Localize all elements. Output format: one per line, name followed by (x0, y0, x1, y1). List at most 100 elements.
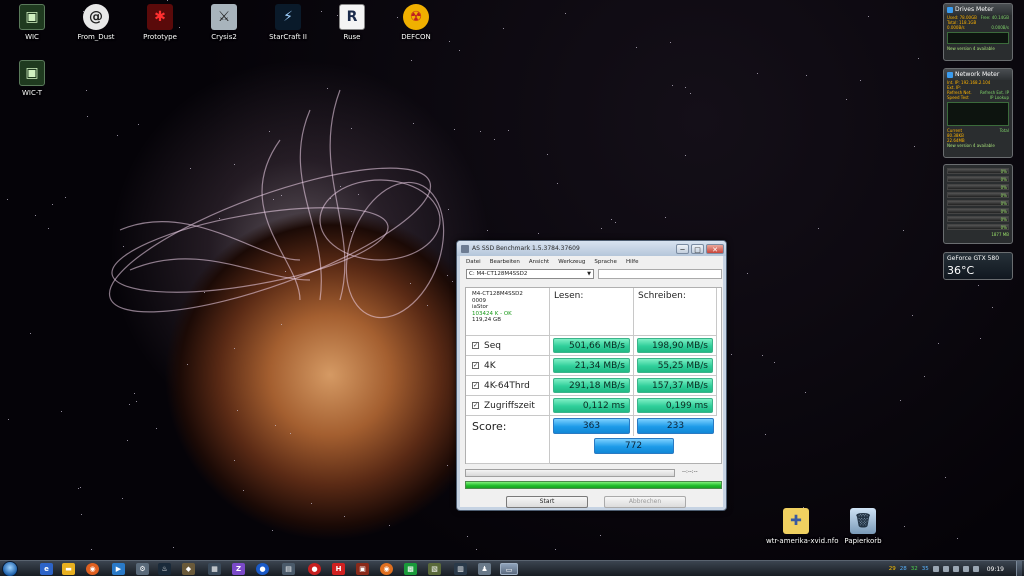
star-dot (327, 88, 328, 89)
show-desktop-button[interactable] (1016, 561, 1022, 576)
folder-file-icon: ✚ (783, 508, 809, 534)
abort-button[interactable]: Abbrechen (604, 496, 686, 508)
desktop-icon-recycle-bin[interactable]: 🗑 Papierkorb (833, 508, 893, 545)
star-dot (123, 246, 124, 247)
menu-datei[interactable]: Datei (466, 259, 481, 265)
drive-select-dropdown[interactable]: C: M4-CT128M4SSD2 ▼ (466, 269, 594, 279)
maximize-button[interactable]: □ (691, 243, 704, 254)
gadget-update-link[interactable]: New version 4 available (944, 46, 1012, 53)
app-icon[interactable]: ▦ (208, 563, 221, 575)
desktop-icon-wic-t[interactable]: ▣ WIC-T (2, 60, 62, 97)
star-dot (269, 131, 270, 132)
4k-64thrd-checkbox[interactable]: ✓ (472, 382, 479, 389)
cpu-core-bar: 0% (947, 184, 1009, 190)
as-ssd-taskbar-button[interactable]: ▭ (500, 563, 518, 575)
desktop-icon-crysis2[interactable]: ⚔ Crysis2 (194, 4, 254, 41)
desktop-icon-defcon[interactable]: ☢ DEFCON (386, 4, 446, 41)
4k-checkbox[interactable]: ✓ (472, 362, 479, 369)
star-dot (636, 47, 637, 48)
gadget-title-bar: Drives Meter (944, 4, 1012, 15)
app-icon[interactable]: ◉ (380, 563, 393, 575)
network-icon (947, 71, 953, 78)
star-dot (234, 348, 235, 349)
start-button[interactable] (2, 561, 18, 576)
desktop-icon-starcraft[interactable]: ⚡ StarCraft II (258, 4, 318, 41)
steam-icon[interactable]: ♨ (158, 563, 171, 575)
app-icon[interactable]: ▧ (428, 563, 441, 575)
menu-werkzeug[interactable]: Werkzeug (558, 259, 585, 265)
app-icon[interactable]: ▩ (404, 563, 417, 575)
test-row-4k[interactable]: ✓ 4K (466, 356, 550, 376)
close-button[interactable]: ✕ (706, 243, 724, 254)
tray-app-icon[interactable] (932, 566, 939, 572)
star-dot (156, 428, 157, 429)
star-dot (665, 217, 666, 218)
menu-ansicht[interactable]: Ansicht (529, 259, 549, 265)
window-title-bar[interactable]: AS SSD Benchmark 1.5.3784.37609 ─ □ ✕ (457, 241, 726, 256)
as-ssd-benchmark-window[interactable]: AS SSD Benchmark 1.5.3784.37609 ─ □ ✕ Da… (456, 240, 727, 511)
app-icon[interactable]: ◆ (182, 563, 195, 575)
desktop-icon-prototype[interactable]: ✱ Prototype (130, 4, 190, 41)
network-meter-gadget[interactable]: Network Meter Int. IP: 192.168.2.104 Ext… (943, 68, 1013, 158)
star-dot (846, 99, 847, 100)
desktop-icon-from-dust[interactable]: @ From_Dust (66, 4, 126, 41)
desktop-icon-ruse[interactable]: R Ruse (322, 4, 382, 41)
tray-app-icon[interactable] (952, 566, 959, 572)
star-dot (508, 130, 509, 131)
folder-icon[interactable]: ▬ (62, 563, 75, 575)
network-icon[interactable] (962, 566, 969, 572)
star-dot (7, 199, 8, 200)
app-icon[interactable]: ▣ (356, 563, 369, 575)
z-app-icon[interactable]: Z (232, 563, 245, 575)
test-label: Zugriffszeit (484, 400, 535, 411)
star-dot (48, 228, 49, 229)
menu-sprache[interactable]: Sprache (594, 259, 617, 265)
ie-icon[interactable]: e (40, 563, 53, 575)
shield-icon: ▣ (19, 60, 45, 86)
test-row-zugriffszeit[interactable]: ✓ Zugriffszeit (466, 396, 550, 416)
gadget-update-link[interactable]: New version 4 available (944, 143, 1012, 150)
app-icon[interactable]: ♟ (478, 563, 491, 575)
utility-icon[interactable]: ⚙ (136, 563, 149, 575)
tray-app-icon[interactable] (942, 566, 949, 572)
star-dot (190, 168, 191, 169)
menu-bearbeiten[interactable]: Bearbeiten (490, 259, 520, 265)
star-dot (611, 219, 612, 220)
star-dot (938, 343, 939, 344)
app-icon[interactable]: ▤ (282, 563, 295, 575)
star-dot (281, 195, 282, 196)
seq-checkbox[interactable]: ✓ (472, 342, 479, 349)
chevron-down-icon[interactable]: ▼ (587, 270, 591, 279)
speed-test-link[interactable]: Speed Test (947, 95, 969, 100)
volume-icon[interactable] (972, 566, 979, 572)
drives-meter-gadget[interactable]: Drives Meter Used: 78.00GB Free: 40.14GB … (943, 3, 1013, 61)
test-row-4k-64thrd[interactable]: ✓ 4K-64Thrd (466, 376, 550, 396)
drive-icon (947, 6, 953, 13)
app-icon[interactable]: ▥ (454, 563, 467, 575)
star-dot (358, 194, 359, 195)
desktop-icon-label: WIC-T (21, 89, 43, 97)
zugriffszeit-checkbox[interactable]: ✓ (472, 402, 479, 409)
menu-hilfe[interactable]: Hilfe (626, 259, 639, 265)
radiation-icon: ☢ (403, 4, 429, 30)
media-icon[interactable]: ▶ (112, 563, 125, 575)
h-app-icon[interactable]: H (332, 563, 345, 575)
test-label: Seq (484, 340, 501, 351)
firefox-icon[interactable]: ◉ (86, 563, 99, 575)
app-icon[interactable]: ● (308, 563, 321, 575)
app-icon[interactable]: ● (256, 563, 269, 575)
ip-lookup-link[interactable]: IP Lookup (990, 95, 1009, 100)
gpu-temperature-gadget[interactable]: GeForce GTX 580 36°C (943, 252, 1013, 280)
star-dot (219, 218, 220, 219)
shield-icon: ▣ (19, 4, 45, 30)
desktop-icon-nfo-file[interactable]: ✚ wtr-amerika-xvid.nfo (766, 508, 839, 545)
test-row-seq[interactable]: ✓ Seq (466, 336, 550, 356)
desktop-icon-label: StarCraft II (269, 33, 307, 41)
cpu-core-bar: 0% (947, 176, 1009, 182)
cpu-meter-gadget[interactable]: 0% 0% 0% 0% 0% 0% 0% 0% 1877 MB (943, 164, 1013, 244)
start-button[interactable]: Start (506, 496, 588, 508)
clock[interactable]: 09:19 (987, 566, 1004, 573)
desktop-icon-wic[interactable]: ▣ WIC (2, 4, 62, 41)
minimize-button[interactable]: ─ (676, 243, 689, 254)
test-progress-bar (465, 469, 675, 477)
